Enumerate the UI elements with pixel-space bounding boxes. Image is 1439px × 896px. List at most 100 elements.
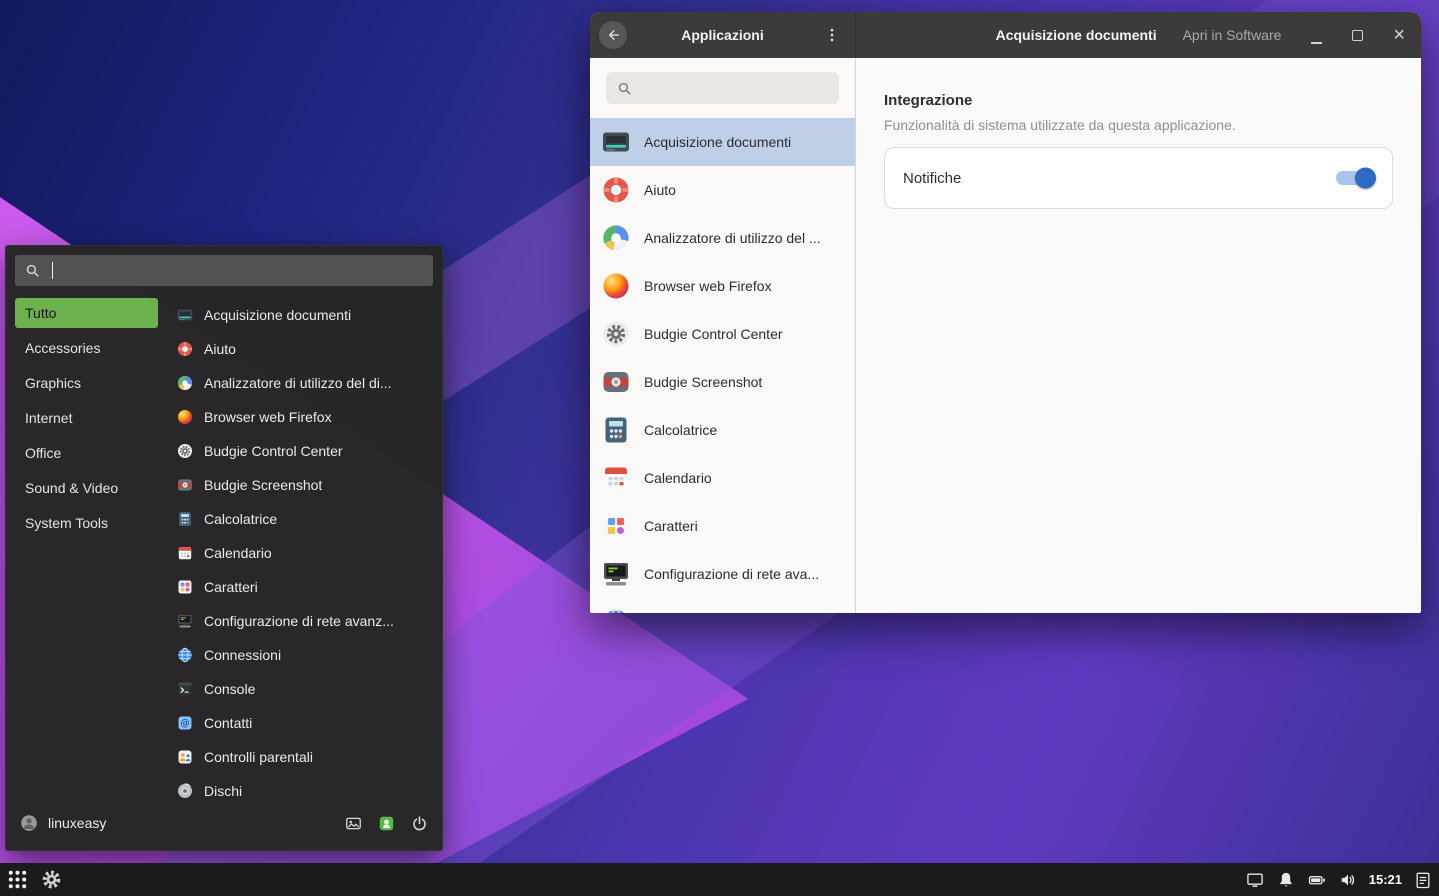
menu-app-label: Acquisizione documenti — [204, 307, 351, 323]
gear-icon — [176, 442, 194, 460]
app-list-item[interactable]: Analizzatore di utilizzo del ... — [590, 214, 855, 262]
menu-app-label: Budgie Control Center — [204, 443, 343, 459]
app-label: Calcolatrice — [644, 422, 717, 438]
close-icon[interactable] — [1393, 25, 1405, 45]
notifications-bell-icon[interactable] — [1276, 870, 1296, 890]
app-label: Acquisizione documenti — [644, 134, 791, 150]
category-sound-video[interactable]: Sound & Video — [15, 473, 158, 503]
settings-content: Integrazione Funzionalità di sistema uti… — [856, 58, 1421, 243]
category-accessories[interactable]: Accessories — [15, 333, 158, 363]
contacts-icon — [176, 714, 194, 732]
app-list-item[interactable]: Acquisizione documenti — [590, 118, 855, 166]
budgie-settings-icon[interactable] — [377, 814, 396, 833]
main-headerbar[interactable]: Acquisizione documenti Apri in Software — [856, 12, 1421, 58]
app-list-item[interactable]: Budgie Screenshot — [590, 358, 855, 406]
raven-icon[interactable] — [1413, 870, 1433, 890]
camera-icon — [600, 366, 632, 398]
menu-app-label: Contatti — [204, 715, 252, 731]
app-list-item[interactable]: Budgie Control Center — [590, 310, 855, 358]
calculator-icon — [600, 414, 632, 446]
setting-label: Notifiche — [903, 170, 961, 187]
sidebar-body: Acquisizione documenti Aiuto Analizzator… — [590, 58, 856, 613]
search-icon — [616, 80, 633, 97]
category-tutto[interactable]: Tutto — [15, 298, 158, 328]
console-icon — [176, 680, 194, 698]
menu-app-item[interactable]: Dischi — [172, 774, 433, 805]
menu-kebab-button[interactable] — [818, 21, 846, 49]
taskbar-tray: 15:21 — [1245, 870, 1433, 890]
app-list-item[interactable]: Aiuto — [590, 166, 855, 214]
menu-app-item[interactable]: Caratteri — [172, 570, 433, 604]
menu-app-label: Browser web Firefox — [204, 409, 332, 425]
calendar-icon — [176, 544, 194, 562]
menu-app-label: Controlli parentali — [204, 749, 313, 765]
network-icon — [600, 558, 632, 590]
network-icon — [176, 612, 194, 630]
notifications-toggle[interactable] — [1336, 171, 1374, 185]
category-office[interactable]: Office — [15, 438, 158, 468]
characters-icon — [600, 510, 632, 542]
power-icon[interactable] — [410, 814, 429, 833]
images-icon[interactable] — [344, 814, 363, 833]
taskbar-left — [6, 867, 64, 892]
disk-usage-icon — [176, 374, 194, 392]
category-system-tools[interactable]: System Tools — [15, 508, 158, 538]
app-list-item[interactable]: Caratteri — [590, 502, 855, 550]
volume-icon[interactable] — [1338, 870, 1358, 890]
app-list-item[interactable]: Connessioni — [590, 598, 855, 613]
menu-app-label: Calendario — [204, 545, 272, 561]
menu-app-item[interactable]: Aiuto — [172, 332, 433, 366]
taskbar: 15:21 — [0, 863, 1439, 896]
username: linuxeasy — [48, 815, 106, 831]
app-list-item[interactable]: Calcolatrice — [590, 406, 855, 454]
minimize-icon[interactable] — [1311, 32, 1322, 44]
menu-app-item[interactable]: Controlli parentali — [172, 740, 433, 774]
section-subtitle: Funzionalità di sistema utilizzate da qu… — [884, 117, 1393, 133]
characters-icon — [176, 578, 194, 596]
notifications-setting-row: Notifiche — [884, 147, 1393, 209]
battery-icon[interactable] — [1307, 870, 1327, 890]
gear-icon[interactable] — [39, 867, 64, 892]
menu-app-item[interactable]: Contatti — [172, 706, 433, 740]
app-list-item[interactable]: Browser web Firefox — [590, 262, 855, 310]
sidebar-search-input[interactable] — [606, 72, 839, 104]
menu-app-item[interactable]: Budgie Control Center — [172, 434, 433, 468]
category-graphics[interactable]: Graphics — [15, 368, 158, 398]
open-in-software-button[interactable]: Apri in Software — [1183, 27, 1282, 43]
category-internet[interactable]: Internet — [15, 403, 158, 433]
settings-window: Applicazioni Acquisizione documenti — [590, 12, 1421, 613]
app-list-item[interactable]: Configurazione di rete ava... — [590, 550, 855, 598]
back-button[interactable] — [599, 21, 627, 49]
sidebar-title: Applicazioni — [627, 27, 818, 43]
menu-app-item[interactable]: Budgie Screenshot — [172, 468, 433, 502]
clock[interactable]: 15:21 — [1369, 872, 1402, 887]
category-list: Tutto Accessories Graphics Internet Offi… — [15, 298, 158, 805]
menu-app-item[interactable]: Acquisizione documenti — [172, 298, 433, 332]
menu-app-item[interactable]: Calcolatrice — [172, 502, 433, 536]
menu-app-label: Console — [204, 681, 255, 697]
menu-app-item[interactable]: Analizzatore di utilizzo del di... — [172, 366, 433, 400]
user-button[interactable]: linuxeasy — [19, 813, 106, 833]
firefox-icon — [176, 408, 194, 426]
section-title: Integrazione — [884, 92, 1393, 109]
menu-app-item[interactable]: Console — [172, 672, 433, 706]
text-cursor — [52, 262, 53, 279]
menu-app-item[interactable]: Calendario — [172, 536, 433, 570]
scanner-icon — [176, 306, 194, 324]
menu-app-item[interactable]: Browser web Firefox — [172, 400, 433, 434]
menu-app-item[interactable]: Configurazione di rete avanz... — [172, 604, 433, 638]
maximize-icon[interactable] — [1352, 30, 1363, 41]
menu-app-label: Connessioni — [204, 647, 281, 663]
menu-search-input[interactable] — [15, 255, 433, 286]
app-label: Analizzatore di utilizzo del ... — [644, 230, 821, 246]
menu-app-label: Dischi — [204, 783, 242, 799]
app-list-item[interactable]: Calendario — [590, 454, 855, 502]
display-icon[interactable] — [1245, 870, 1265, 890]
app-grid-icon[interactable] — [6, 868, 29, 891]
app-label: Budgie Screenshot — [644, 374, 762, 390]
app-label: Caratteri — [644, 518, 698, 534]
window-title: Acquisizione documenti — [996, 27, 1157, 43]
menu-app-item[interactable]: Connessioni — [172, 638, 433, 672]
lifebuoy-icon — [176, 340, 194, 358]
disks-icon — [176, 782, 194, 800]
